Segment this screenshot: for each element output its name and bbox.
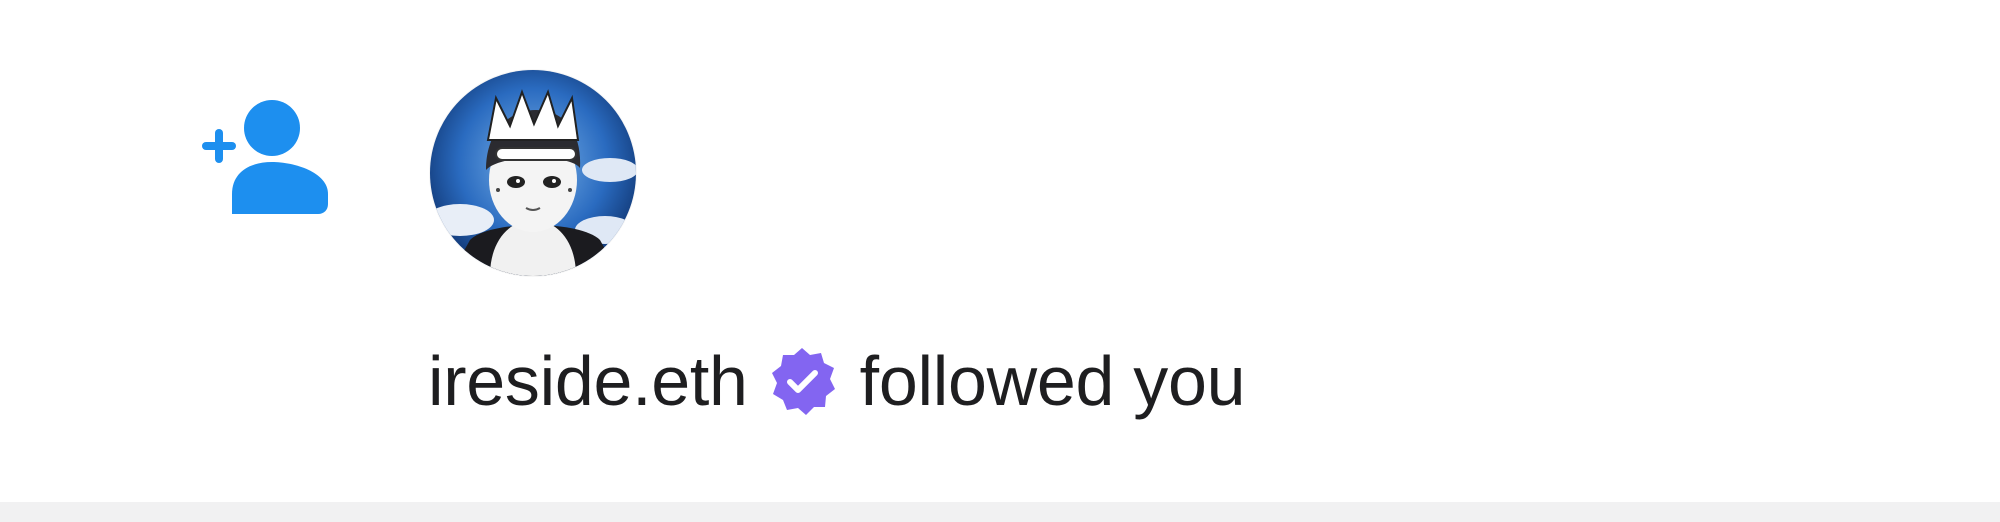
divider — [0, 502, 2000, 522]
avatar[interactable] — [430, 70, 636, 276]
notification-text: ireside.eth followed you — [428, 336, 1246, 426]
action-text: followed you — [859, 342, 1246, 420]
add-user-icon — [202, 98, 330, 214]
username-link[interactable]: ireside.eth — [428, 341, 748, 421]
notification-item[interactable]: ireside.eth followed you — [0, 0, 2000, 502]
verified-badge-icon — [766, 345, 838, 417]
